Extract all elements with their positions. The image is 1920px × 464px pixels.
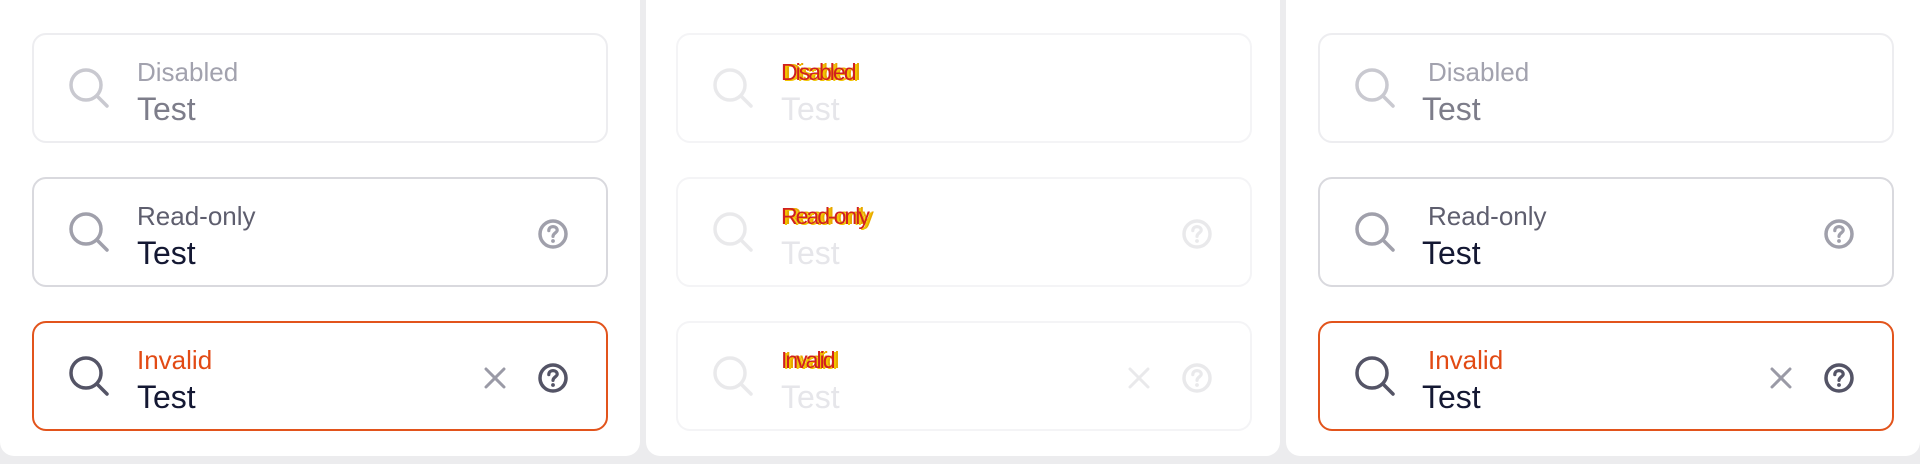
field-label: Disabled: [781, 59, 856, 85]
field-value[interactable]: Test: [1422, 379, 1481, 415]
search-icon: [713, 212, 753, 252]
field-value[interactable]: Test: [137, 379, 196, 415]
field-label: Invalid: [137, 345, 213, 375]
search-field-disabled: Disabled Test: [32, 33, 608, 143]
search-field-invalid[interactable]: Invalid Test: [32, 321, 608, 431]
help-circle-icon[interactable]: [1822, 217, 1856, 251]
search-icon: [69, 356, 109, 396]
field-label: Invalid: [1428, 345, 1504, 375]
panel-right: Disabled Test Read-only Test Invalid Tes…: [1286, 0, 1920, 456]
search-icon: [1355, 68, 1395, 108]
help-circle-icon[interactable]: [536, 361, 570, 395]
field-label: Invalid: [781, 347, 836, 373]
search-icon: [713, 356, 753, 396]
panel-left: Disabled Test Read-only Test Invalid Tes…: [0, 0, 640, 456]
search-field-disabled: Disabled Test: [676, 33, 1252, 143]
field-value[interactable]: Test: [137, 235, 196, 271]
close-icon: [1128, 367, 1150, 389]
search-field-readonly: Read-only Test: [676, 177, 1252, 287]
field-value: Test: [1422, 91, 1481, 127]
panel-middle: Disabled Test Read-only Test Invalid Tes…: [646, 0, 1280, 456]
field-value: Test: [781, 91, 840, 127]
search-icon: [1355, 356, 1395, 396]
search-field-invalid: Invalid Test: [676, 321, 1252, 431]
search-field-invalid[interactable]: Invalid Test: [1318, 321, 1894, 431]
field-label: Read-only: [1428, 201, 1547, 231]
field-value: Test: [781, 235, 840, 271]
help-circle-icon: [1182, 219, 1212, 249]
help-circle-icon[interactable]: [536, 217, 570, 251]
help-circle-icon[interactable]: [1822, 361, 1856, 395]
search-icon: [1355, 212, 1395, 252]
field-label: Disabled: [1428, 57, 1530, 87]
field-label: Disabled: [137, 57, 239, 87]
field-value: Test: [137, 91, 196, 127]
field-value: Test: [781, 379, 840, 415]
search-icon: [69, 212, 109, 252]
field-value[interactable]: Test: [1422, 235, 1481, 271]
search-field-readonly[interactable]: Read-only Test: [32, 177, 608, 287]
close-icon[interactable]: [482, 365, 508, 391]
search-field-disabled: Disabled Test: [1318, 33, 1894, 143]
field-label: Read-only: [137, 201, 256, 231]
field-label: Read-only: [781, 203, 870, 229]
search-icon: [69, 68, 109, 108]
search-field-readonly[interactable]: Read-only Test: [1318, 177, 1894, 287]
help-circle-icon: [1182, 363, 1212, 393]
close-icon[interactable]: [1768, 365, 1794, 391]
search-icon: [713, 68, 753, 108]
